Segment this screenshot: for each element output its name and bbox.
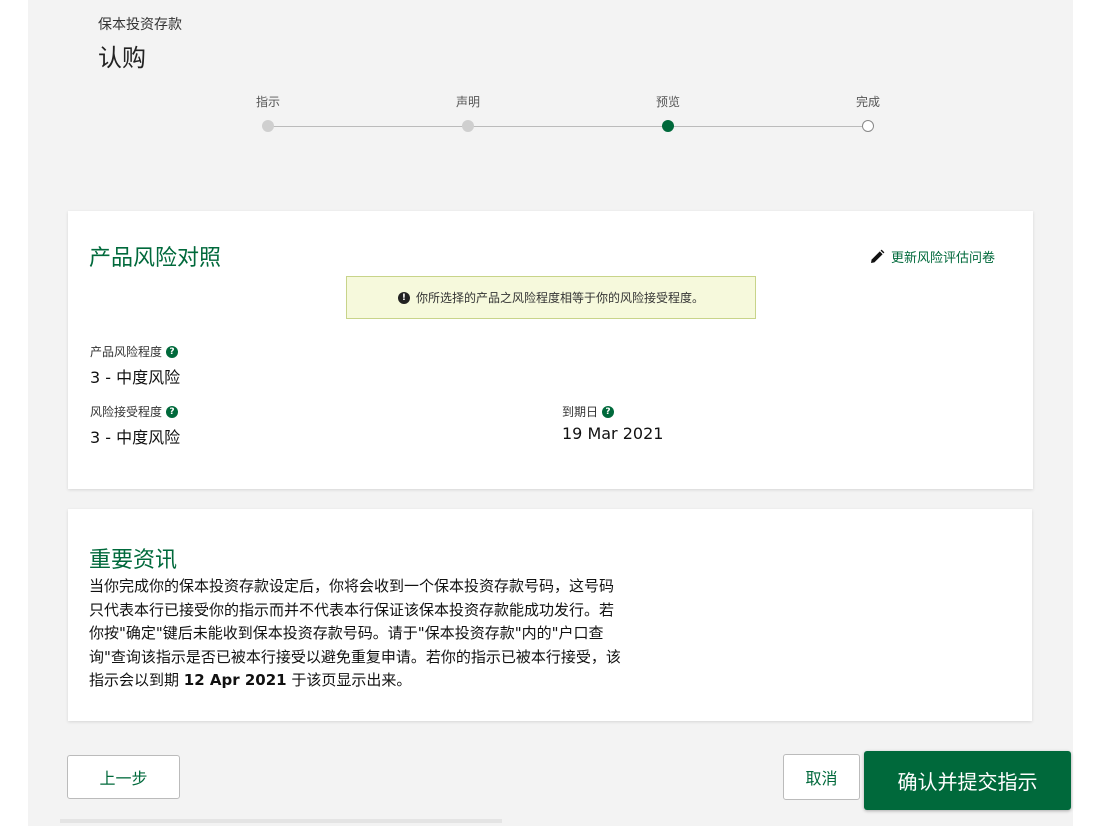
risk-tolerance-label-row: 风险接受程度 ? [90, 403, 180, 420]
step-dot-completed [462, 120, 474, 132]
risk-section-title: 产品风险对照 [89, 246, 222, 271]
risk-comparison-card: 产品风险对照 更新风险评估问卷 ! 你所选择的产品之风险程度相等于你的风险接受程… [68, 211, 1033, 489]
info-text: 于该页显示出来。 [286, 671, 412, 689]
maturity-value: 19 Mar 2021 [562, 424, 664, 443]
page-title: 认购 [98, 44, 146, 72]
confirm-submit-button[interactable]: 确认并提交指示 [864, 751, 1071, 810]
maturity-label-row: 到期日 ? [562, 403, 663, 420]
pencil-icon [870, 249, 885, 263]
step-complete: 完成 [828, 90, 908, 132]
product-risk-field: 产品风险程度 ? 3 - 中度风险 [90, 343, 180, 388]
risk-match-notice: ! 你所选择的产品之风险程度相等于你的风险接受程度。 [346, 276, 756, 319]
cancel-button[interactable]: 取消 [783, 754, 860, 800]
info-line: 询"查询该指示是否已被本行接受以避免重复申请。若你的指示已被本行接受，该 [89, 647, 621, 666]
maturity-date-highlight: 12 Apr 2021 [183, 671, 287, 689]
step-preview: 预览 [628, 90, 708, 132]
step-declaration: 声明 [428, 90, 508, 132]
step-label: 完成 [855, 95, 880, 109]
help-icon[interactable]: ? [166, 345, 179, 358]
info-line: 你按"确定"键后未能收到保本投资存款号码。请于"保本投资存款"内的"户口查 [89, 624, 604, 642]
maturity-label: 到期日 [562, 405, 599, 419]
help-icon[interactable]: ? [602, 405, 615, 418]
update-link-label: 更新风险评估问卷 [890, 251, 995, 266]
bottom-divider [60, 819, 502, 823]
update-risk-questionnaire-link[interactable]: 更新风险评估问卷 [869, 247, 995, 266]
product-label: 保本投资存款 [98, 17, 182, 33]
step-label: 声明 [455, 95, 480, 109]
info-line: 指示会以到期 12 Apr 2021 于该页显示出来。 [89, 669, 699, 693]
info-line: 当你完成你的保本投资存款设定后，你将会收到一个保本投资存款号码，这号码 [89, 577, 615, 595]
step-dot-completed [262, 120, 274, 132]
product-risk-label-row: 产品风险程度 ? [90, 343, 180, 360]
back-button[interactable]: 上一步 [67, 755, 180, 799]
risk-tolerance-label: 风险接受程度 [90, 405, 163, 419]
risk-tolerance-value: 3 - 中度风险 [90, 428, 181, 447]
step-dot-future [862, 120, 874, 132]
progress-stepper: 指示 声明 预览 完成 [0, 90, 1100, 140]
maturity-date-field: 到期日 ? 19 Mar 2021 [562, 403, 663, 443]
step-label: 预览 [655, 95, 680, 109]
step-label: 指示 [255, 95, 280, 109]
info-text: 指示会以到期 [89, 671, 184, 689]
product-risk-value: 3 - 中度风险 [90, 368, 181, 387]
important-info-card: 重要资讯 当你完成你的保本投资存款设定后，你将会收到一个保本投资存款号码，这号码… [68, 509, 1032, 721]
product-risk-label: 产品风险程度 [90, 345, 163, 359]
risk-tolerance-field: 风险接受程度 ? 3 - 中度风险 [90, 403, 180, 448]
info-section-title: 重要资讯 [89, 548, 178, 573]
info-line: 只代表本行已接受你的指示而并不代表本行保证该保本投资存款能成功发行。若 [89, 600, 615, 619]
step-dot-current [662, 120, 674, 132]
help-icon[interactable]: ? [166, 405, 179, 418]
stepper-track [268, 126, 868, 127]
step-instruction: 指示 [228, 90, 308, 132]
info-body: 当你完成你的保本投资存款设定后，你将会收到一个保本投资存款号码，这号码 只代表本… [89, 575, 699, 693]
notice-text: 你所选择的产品之风险程度相等于你的风险接受程度。 [415, 291, 704, 305]
alert-icon: ! [397, 291, 410, 304]
